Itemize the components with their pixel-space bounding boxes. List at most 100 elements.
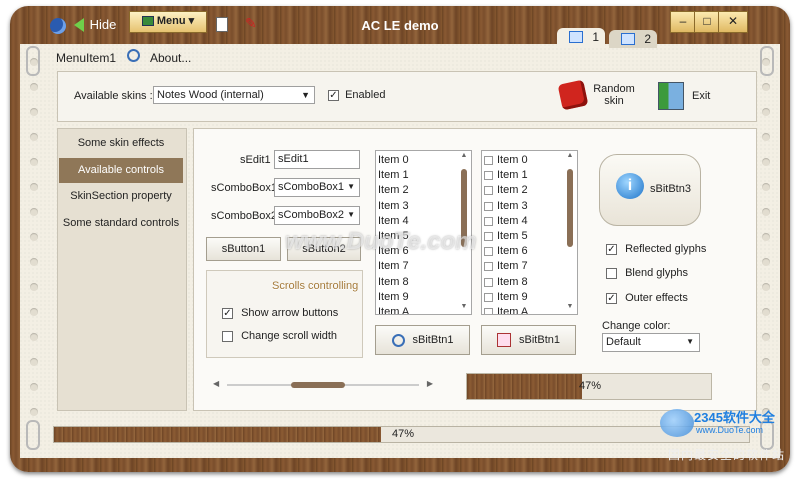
checkbox-empty-icon[interactable] bbox=[484, 201, 493, 211]
sbitbtn1-right[interactable]: sBitBtn1 bbox=[481, 325, 576, 355]
tab-1[interactable]: 1 bbox=[557, 28, 605, 46]
scroll-left-icon[interactable]: ◀ bbox=[213, 379, 219, 388]
reflected-glyphs-label: Reflected glyphs bbox=[625, 243, 707, 256]
progress-bar-inner: 47% bbox=[466, 373, 712, 400]
checkmark-icon: ✓ bbox=[606, 243, 617, 255]
checkbox-empty-icon[interactable] bbox=[484, 292, 493, 302]
scroll-down-icon[interactable]: ▼ bbox=[458, 303, 470, 313]
exit-button[interactable]: Exit bbox=[658, 82, 718, 110]
outer-effects-label: Outer effects bbox=[625, 292, 688, 305]
checklist-item[interactable]: Item 7 bbox=[482, 259, 577, 274]
scroll-right-icon[interactable]: ▶ bbox=[427, 379, 433, 388]
monitor-icon bbox=[569, 31, 583, 43]
skins-select-value: Notes Wood (internal) bbox=[157, 89, 264, 101]
checkbox-empty-icon[interactable] bbox=[484, 231, 493, 241]
checklist-item-label: Item 5 bbox=[497, 229, 528, 242]
checklist-item-label: Item 9 bbox=[497, 290, 528, 303]
binder-hole bbox=[762, 83, 770, 91]
binder-hole bbox=[30, 108, 38, 116]
blend-glyphs-checkbox[interactable]: Blend glyphs bbox=[606, 267, 688, 279]
sidebar-item-skin-effects[interactable]: Some skin effects bbox=[59, 131, 183, 156]
list-item[interactable]: Item 3 bbox=[376, 199, 471, 214]
outer-effects-checkbox[interactable]: ✓ Outer effects bbox=[606, 292, 688, 304]
change-scroll-width-checkbox[interactable]: Change scroll width bbox=[222, 330, 337, 342]
dice-icon bbox=[557, 79, 589, 111]
checklist-item[interactable]: Item 1 bbox=[482, 168, 577, 183]
scroll-up-icon[interactable]: ▲ bbox=[564, 152, 576, 162]
combo2-select[interactable]: sComboBox2 ▼ bbox=[274, 206, 360, 225]
scroll-down-icon[interactable]: ▼ bbox=[564, 303, 576, 313]
menu-about[interactable]: About... bbox=[150, 51, 191, 65]
combo1-label: sComboBox1 bbox=[211, 182, 278, 194]
list-item[interactable]: Item A bbox=[376, 305, 471, 314]
sidebar-item-available-controls[interactable]: Available controls bbox=[59, 158, 183, 183]
checkbox-empty-icon[interactable] bbox=[484, 262, 493, 272]
checkbox-empty-icon[interactable] bbox=[484, 277, 493, 287]
list-item[interactable]: Item 0 bbox=[376, 153, 471, 168]
list-item[interactable]: Item 7 bbox=[376, 259, 471, 274]
scroll-thumb[interactable] bbox=[291, 382, 345, 388]
checklist-item-label: Item 4 bbox=[497, 214, 528, 227]
checklist-item[interactable]: Item 6 bbox=[482, 244, 577, 259]
reflected-glyphs-checkbox[interactable]: ✓ Reflected glyphs bbox=[606, 243, 706, 255]
checklist-item[interactable]: Item 5 bbox=[482, 229, 577, 244]
checklist-item-label: Item 8 bbox=[497, 275, 528, 288]
close-button[interactable]: ✕ bbox=[718, 11, 748, 33]
calendar-icon bbox=[497, 333, 512, 348]
scroll-up-icon[interactable]: ▲ bbox=[458, 152, 470, 162]
checkbox-empty-icon[interactable] bbox=[484, 156, 493, 165]
binder-hole bbox=[762, 358, 770, 366]
binder-hole bbox=[30, 83, 38, 91]
checklistbox[interactable]: Item 0 Item 1 Item 2 Item 3 Item 4 Item 5 Item… bbox=[481, 150, 578, 315]
watermark-brand-url: www.DuoTe.com bbox=[696, 425, 764, 435]
minimize-button[interactable]: – bbox=[670, 11, 696, 33]
horizontal-scrollbar[interactable]: ◀ ▶ bbox=[213, 378, 433, 392]
list-item[interactable]: Item 8 bbox=[376, 275, 471, 290]
checklistbox-scrollbar[interactable]: ▲ ▼ bbox=[564, 152, 576, 313]
search-icon[interactable] bbox=[127, 49, 140, 62]
sbitbtn3[interactable]: i sBitBtn3 bbox=[599, 154, 701, 226]
checkmark-icon: ✓ bbox=[328, 89, 339, 101]
checklist-item[interactable]: Item 8 bbox=[482, 275, 577, 290]
progress-bottom-label: 47% bbox=[392, 428, 415, 440]
sedit-label: sEdit1 bbox=[240, 154, 271, 166]
maximize-button[interactable]: □ bbox=[694, 11, 720, 33]
skins-select[interactable]: Notes Wood (internal) ▼ bbox=[153, 86, 315, 104]
tab-2[interactable]: 2 bbox=[609, 30, 657, 48]
checklist-item[interactable]: Item 0 bbox=[482, 153, 577, 168]
checklist-item[interactable]: Item 4 bbox=[482, 214, 577, 229]
binder-hole bbox=[762, 58, 770, 66]
list-item[interactable]: Item 1 bbox=[376, 168, 471, 183]
checklist-item[interactable]: Item 2 bbox=[482, 183, 577, 198]
scrolls-group-title: Scrolls controlling bbox=[272, 280, 359, 292]
sidebar-item-skinsection[interactable]: SkinSection property bbox=[59, 184, 183, 209]
menu-item-1[interactable]: MenuItem1 bbox=[56, 51, 116, 65]
binder-hole bbox=[30, 208, 38, 216]
list-item[interactable]: Item 4 bbox=[376, 214, 471, 229]
checklist-item[interactable]: Item 9 bbox=[482, 290, 577, 305]
combo1-select[interactable]: sComboBox1 ▼ bbox=[274, 178, 360, 197]
sedit-field[interactable]: sEdit1 bbox=[274, 150, 360, 169]
list-item[interactable]: Item 2 bbox=[376, 183, 471, 198]
sbitbtn1-left[interactable]: sBitBtn1 bbox=[375, 325, 470, 355]
sbutton1[interactable]: sButton1 bbox=[206, 237, 281, 261]
checkbox-empty-icon[interactable] bbox=[484, 171, 493, 181]
binder-hole bbox=[762, 233, 770, 241]
skins-label: Available skins : bbox=[74, 90, 153, 102]
checklist-item[interactable]: Item A bbox=[482, 305, 577, 314]
change-color-select[interactable]: Default ▼ bbox=[602, 333, 700, 352]
blend-glyphs-label: Blend glyphs bbox=[625, 267, 689, 280]
change-color-value: Default bbox=[606, 336, 641, 348]
checkbox-empty-icon[interactable] bbox=[484, 216, 493, 226]
scroll-thumb[interactable] bbox=[567, 169, 573, 247]
random-skin-button[interactable]: Random skin bbox=[557, 79, 640, 112]
list-item[interactable]: Item 9 bbox=[376, 290, 471, 305]
show-arrows-checkbox[interactable]: ✓ Show arrow buttons bbox=[222, 307, 338, 319]
binder-hole bbox=[762, 308, 770, 316]
checkbox-empty-icon[interactable] bbox=[484, 307, 493, 314]
enabled-checkbox[interactable]: ✓ Enabled bbox=[328, 89, 385, 101]
sidebar-item-standard-controls[interactable]: Some standard controls bbox=[59, 211, 183, 236]
checkbox-empty-icon[interactable] bbox=[484, 247, 493, 257]
checklist-item[interactable]: Item 3 bbox=[482, 199, 577, 214]
checkbox-empty-icon[interactable] bbox=[484, 186, 493, 196]
